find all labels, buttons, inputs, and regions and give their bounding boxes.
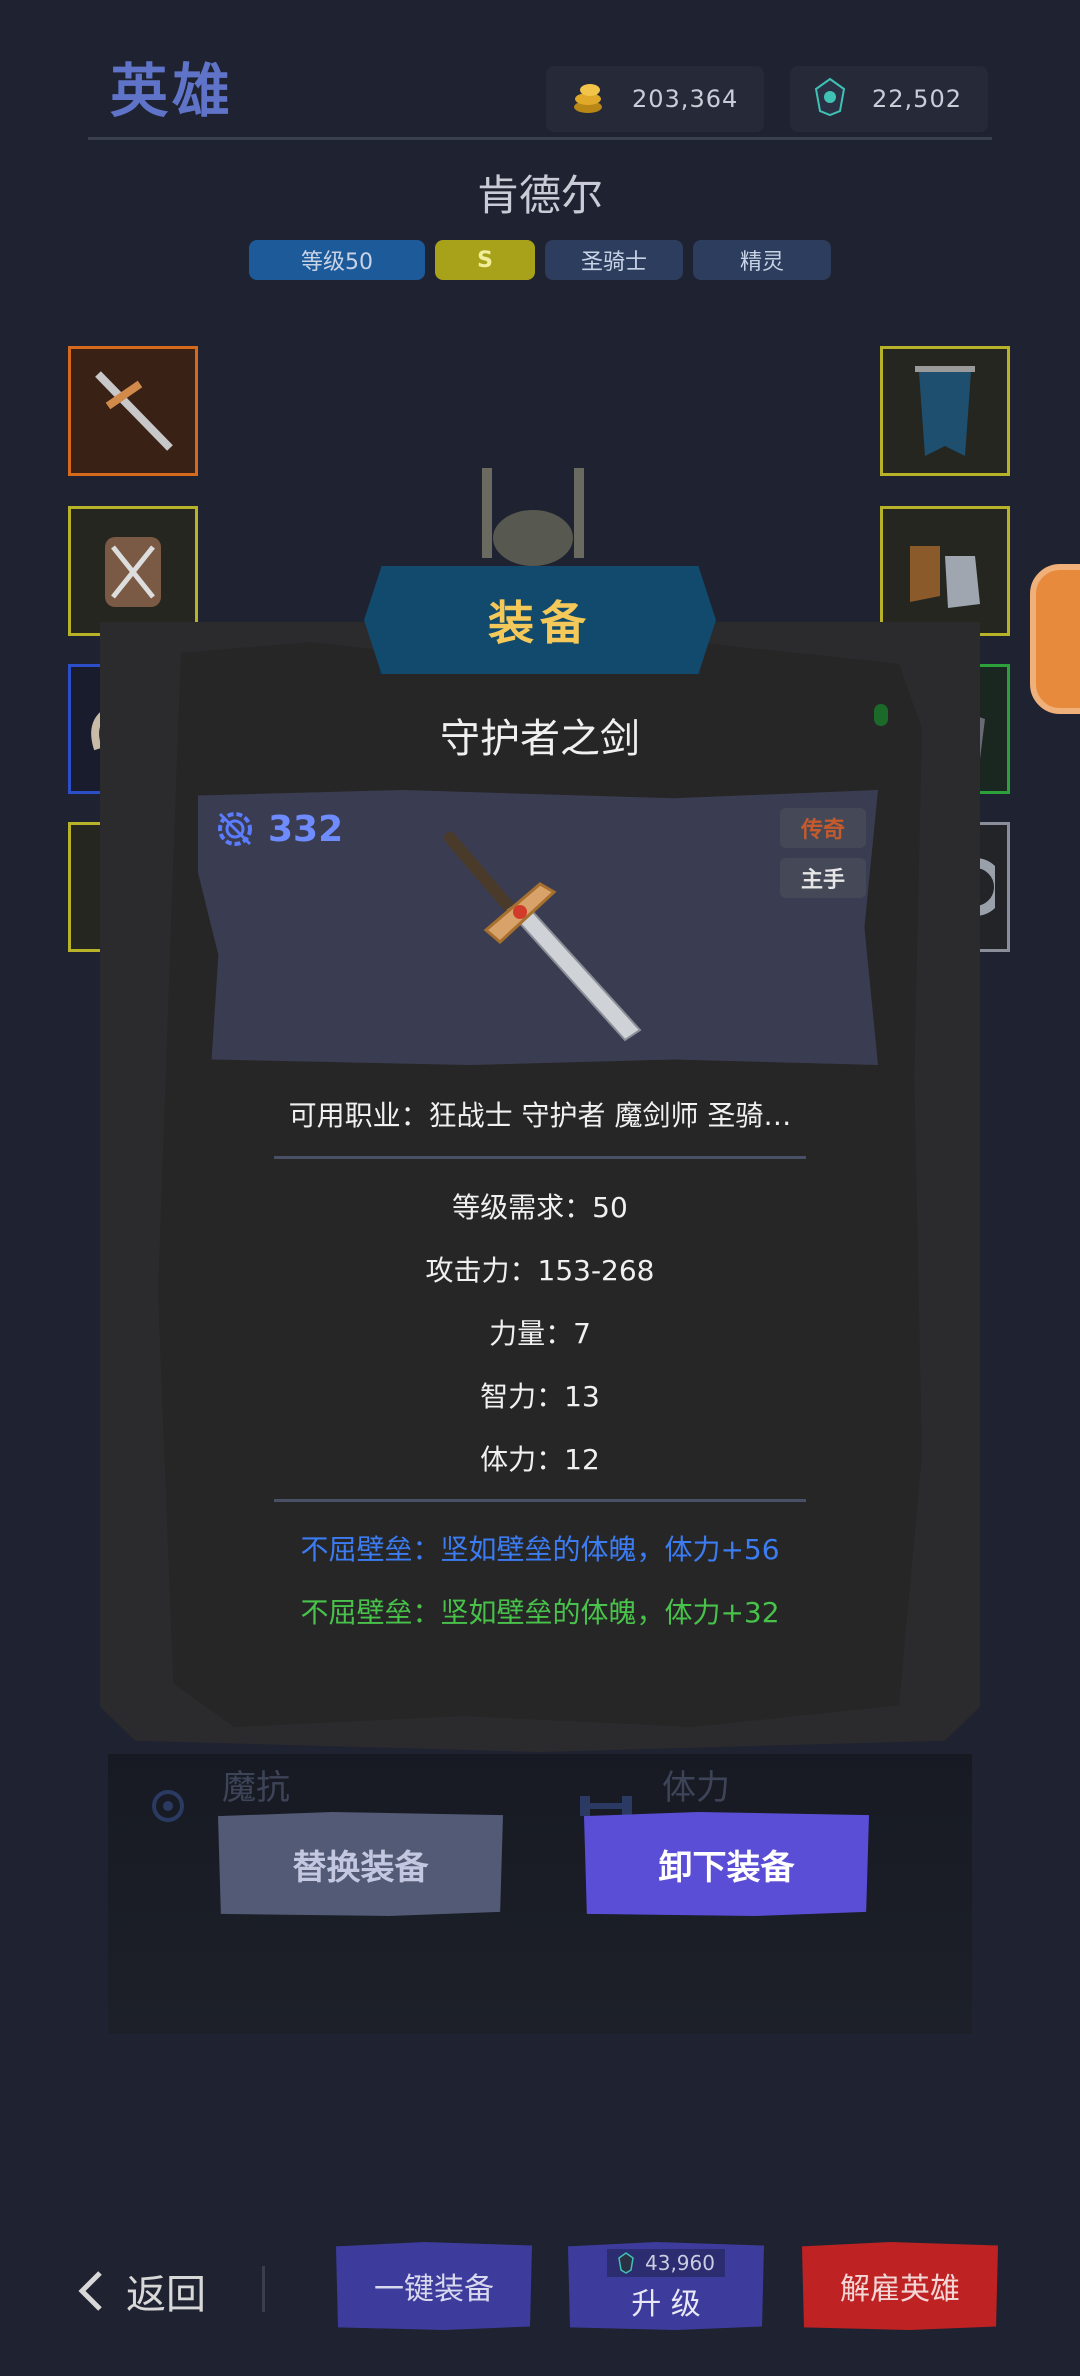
level-tag: 等级50: [249, 240, 425, 280]
set-bonus-2: 不屈壁垒：坚如壁垒的体魄，体力+32: [300, 1596, 780, 1629]
modal-header: 装备: [364, 566, 716, 674]
upgrade-cost-value: 43,960: [645, 2251, 715, 2275]
magic-resist-label: 魔抗: [222, 1768, 290, 1808]
replace-equipment-button[interactable]: 替换装备: [218, 1812, 503, 1916]
item-power: 332: [212, 806, 343, 852]
stats-divider-top: [274, 1156, 806, 1159]
bottom-separator: [262, 2266, 265, 2312]
gold-currency: 203,364: [546, 66, 764, 132]
crystal-gem-icon: [618, 2252, 634, 2274]
stat-stamina: 体力：12: [480, 1443, 600, 1476]
crystal-gem-icon: [812, 77, 848, 121]
stat-intelligence: 智力：13: [480, 1380, 600, 1413]
page-title: 英雄: [110, 57, 235, 125]
hero-tags: 等级50 S 圣骑士 精灵: [0, 240, 1080, 280]
equip-slot-boots[interactable]: [880, 506, 1010, 636]
hero-name: 肯德尔: [476, 171, 603, 220]
upgrade-button[interactable]: 43,960 升 级: [568, 2242, 764, 2330]
unequip-button[interactable]: 卸下装备: [584, 1812, 869, 1916]
slot-badge: 主手: [780, 858, 866, 898]
item-power-value: 332: [268, 808, 344, 850]
rarity-badge: 传奇: [780, 808, 866, 848]
set-bonus-1: 不屈壁垒：坚如壁垒的体魄，体力+56: [300, 1533, 780, 1566]
equip-slot-offhand[interactable]: [68, 506, 198, 636]
side-event-button[interactable]: [1030, 564, 1080, 714]
stat-level-req: 等级需求：50: [452, 1191, 628, 1224]
gem-currency: 22,502: [790, 66, 988, 132]
hero-figure-icon: [478, 468, 588, 578]
class-tag: 圣骑士: [545, 240, 683, 280]
upgrade-label: 升 级: [631, 2287, 701, 2322]
usable-classes: 可用职业：狂战士 守护者 魔剑师 圣骑…: [288, 1099, 792, 1132]
modal-title: 装备: [488, 596, 592, 650]
spiked-shield-icon: [105, 537, 161, 607]
equip-slot-weapon[interactable]: [68, 346, 198, 476]
stats-divider-bottom: [274, 1499, 806, 1502]
equip-slot-cape[interactable]: [880, 346, 1010, 476]
item-name: 守护者之剑: [440, 716, 640, 762]
rank-tag: S: [435, 240, 535, 280]
dismiss-hero-button[interactable]: 解雇英雄: [802, 2242, 998, 2330]
cape-icon: [915, 366, 975, 456]
race-tag: 精灵: [693, 240, 831, 280]
magic-resist-icon: [148, 1786, 188, 1830]
sword-icon: [95, 371, 173, 451]
header-divider: [88, 137, 992, 140]
back-label: 返回: [126, 2272, 206, 2318]
boots-icon: [910, 546, 980, 608]
power-gear-icon: [218, 812, 252, 846]
auto-equip-button[interactable]: 一键装备: [336, 2242, 532, 2330]
gem-amount: 22,502: [872, 85, 962, 113]
back-button[interactable]: 返回: [76, 2262, 206, 2320]
gold-amount: 203,364: [632, 85, 739, 113]
gold-coins-icon: [568, 77, 608, 121]
stat-attack: 攻击力：153-268: [425, 1254, 655, 1287]
upgrade-cost: 43,960: [607, 2249, 725, 2277]
sword-art-icon: [430, 820, 650, 1054]
stamina-label: 体力: [662, 1768, 730, 1808]
chevron-left-icon: [78, 2271, 102, 2311]
stat-strength: 力量：7: [489, 1317, 591, 1350]
